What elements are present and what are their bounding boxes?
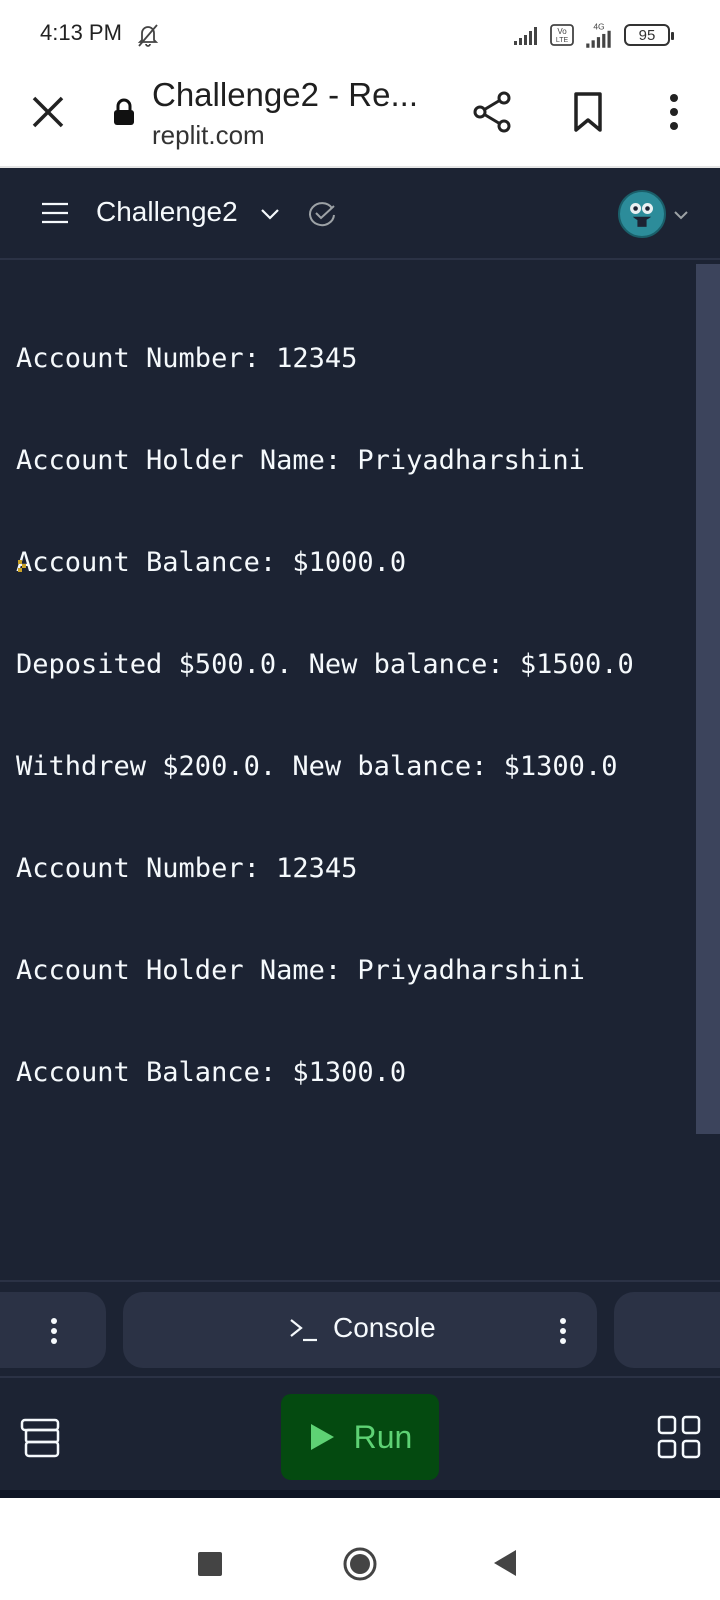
page-url[interactable]: replit.com [152, 120, 265, 151]
bell-off-icon [137, 24, 159, 47]
avatar-robot-icon [630, 203, 653, 227]
bottom-toolbar: Run [0, 1378, 720, 1498]
network-label: 4G [593, 22, 604, 32]
tab-previous[interactable] [0, 1292, 106, 1368]
replit-header: Challenge2 [0, 168, 720, 260]
svg-text:LTE: LTE [556, 37, 569, 44]
tab-console[interactable]: Console [123, 1292, 597, 1368]
status-bar: 4:13 PM Vo LTE 4G 95 [0, 0, 720, 68]
recent-apps-icon[interactable] [198, 1552, 222, 1576]
status-icons: Vo LTE 4G 95 [514, 22, 674, 48]
prompt-cursor-icon [18, 560, 26, 572]
tab-next[interactable] [614, 1292, 720, 1368]
share-icon[interactable] [468, 88, 516, 136]
close-icon[interactable] [28, 92, 68, 132]
android-nav-bar [0, 1498, 720, 1600]
lock-icon[interactable] [112, 98, 136, 126]
console-output-area[interactable]: Account Number: 12345 Account Holder Nam… [0, 260, 720, 1280]
run-button[interactable]: Run [281, 1394, 439, 1480]
console-line: Account Number: 12345 [16, 343, 358, 374]
cloud-check-icon [309, 202, 335, 227]
pane-tab-strip: Console [0, 1280, 720, 1378]
battery-indicator: 95 [624, 24, 674, 46]
grid-icon[interactable] [656, 1414, 702, 1460]
svg-text:Vo: Vo [557, 27, 567, 36]
console-line: Account Balance: $1300.0 [16, 1057, 407, 1088]
console-output: Account Number: 12345 Account Holder Nam… [16, 274, 634, 1158]
account-chevron-down-icon[interactable] [672, 206, 690, 224]
console-line: Account Balance: $1000.0 [16, 547, 407, 578]
tab-console-label: Console [333, 1312, 436, 1343]
play-icon [310, 1424, 334, 1450]
run-label: Run [353, 1418, 413, 1455]
status-time: 4:13 PM [40, 20, 122, 45]
avatar[interactable] [618, 190, 666, 238]
console-line: Account Number: 12345 [16, 853, 358, 884]
signal-icon [514, 27, 537, 45]
more-vert-icon[interactable] [658, 88, 690, 136]
repl-name[interactable]: Challenge2 [96, 196, 238, 228]
home-icon[interactable] [342, 1546, 378, 1582]
volte-icon: Vo LTE [550, 24, 574, 46]
tab-more-icon[interactable] [42, 1316, 66, 1346]
page-title[interactable]: Challenge2 - Re... [152, 76, 418, 114]
console-line: Withdrew $200.0. New balance: $1300.0 [16, 751, 618, 782]
back-icon[interactable] [492, 1548, 518, 1578]
console-line: Account Holder Name: Priyadharshini [16, 955, 585, 986]
console-scrollbar[interactable] [696, 264, 720, 1134]
chevron-down-icon[interactable] [258, 202, 282, 226]
hamburger-menu-icon[interactable] [38, 198, 72, 228]
browser-toolbar: Challenge2 - Re... replit.com [0, 68, 720, 168]
files-icon[interactable] [18, 1416, 64, 1462]
signal-4g-icon: 4G [586, 22, 611, 48]
console-line: Account Holder Name: Priyadharshini [16, 445, 585, 476]
bookmark-icon[interactable] [568, 88, 608, 136]
console-line: Deposited $500.0. New balance: $1500.0 [16, 649, 634, 680]
tab-more-icon[interactable] [551, 1316, 575, 1346]
console-terminal-icon [290, 1319, 317, 1342]
